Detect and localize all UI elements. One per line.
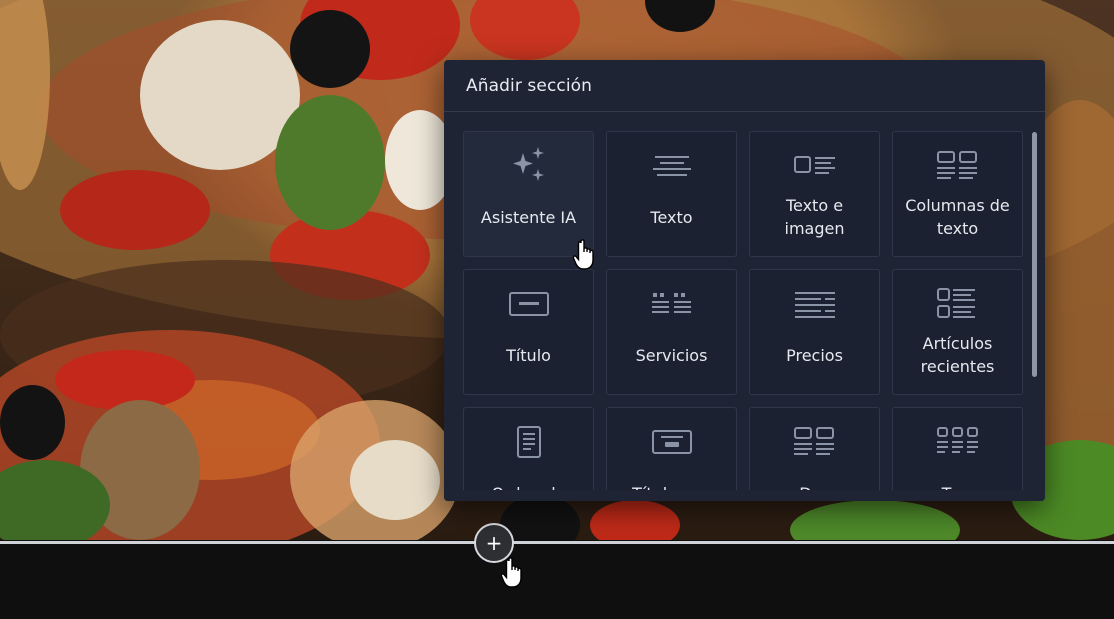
tile-label: Título con <box>613 468 730 491</box>
tile-label: Tres <box>899 468 1016 491</box>
tile-label: Texto <box>650 207 693 227</box>
tile-label: Columnas de texto <box>905 196 1010 238</box>
tile-tres[interactable]: Tres <box>892 407 1023 490</box>
tile-texto[interactable]: Texto <box>606 131 737 257</box>
tile-orden-de[interactable]: Orden de <box>463 407 594 490</box>
tile-label: Asistente IA <box>480 207 577 227</box>
section-grid: Asistente IA Texto Texto e imagen Column… <box>463 131 1023 490</box>
tile-servicios[interactable]: Servicios <box>606 269 737 395</box>
text-image-icon <box>793 148 837 184</box>
tile-dos[interactable]: Dos <box>749 407 880 490</box>
two-columns-icon <box>793 424 837 460</box>
services-icon <box>650 286 694 322</box>
text-lines-icon <box>651 148 693 184</box>
plus-icon: + <box>485 531 503 555</box>
tile-label: Precios <box>786 345 843 365</box>
text-columns-icon <box>936 148 980 184</box>
panel-scrollbar[interactable] <box>1032 132 1037 377</box>
footer-area <box>0 540 1114 619</box>
title-block-icon <box>507 286 551 322</box>
tile-label: Dos <box>756 468 873 491</box>
tile-articulos-recientes[interactable]: Artículos recientes <box>892 269 1023 395</box>
section-grid-viewport: Asistente IA Texto Texto e imagen Column… <box>444 112 1045 490</box>
hand-cursor-icon <box>500 557 522 588</box>
section-divider <box>0 541 1114 544</box>
recent-articles-icon <box>936 286 980 322</box>
tile-columnas-de-texto[interactable]: Columnas de texto <box>892 131 1023 257</box>
panel-footer <box>444 490 1045 501</box>
pricing-icon <box>793 286 837 322</box>
sparkles-icon <box>509 147 549 184</box>
panel-header: Añadir sección <box>444 60 1045 112</box>
hand-cursor-icon <box>572 239 594 270</box>
add-section-panel: Añadir sección Asistente IA Texto Texto … <box>444 60 1045 501</box>
tile-label: Servicios <box>635 345 708 365</box>
three-columns-icon <box>936 424 980 460</box>
tile-label: Texto e imagen <box>784 196 845 238</box>
panel-title: Añadir sección <box>466 75 593 96</box>
tile-label: Título <box>506 345 551 365</box>
tile-label: Artículos recientes <box>920 334 995 376</box>
tile-titulo-con[interactable]: Título con <box>606 407 737 490</box>
tile-texto-e-imagen[interactable]: Texto e imagen <box>749 131 880 257</box>
tile-label: Orden de <box>470 468 587 491</box>
document-list-icon <box>514 424 544 460</box>
tile-titulo[interactable]: Título <box>463 269 594 395</box>
title-button-icon <box>650 424 694 460</box>
tile-precios[interactable]: Precios <box>749 269 880 395</box>
